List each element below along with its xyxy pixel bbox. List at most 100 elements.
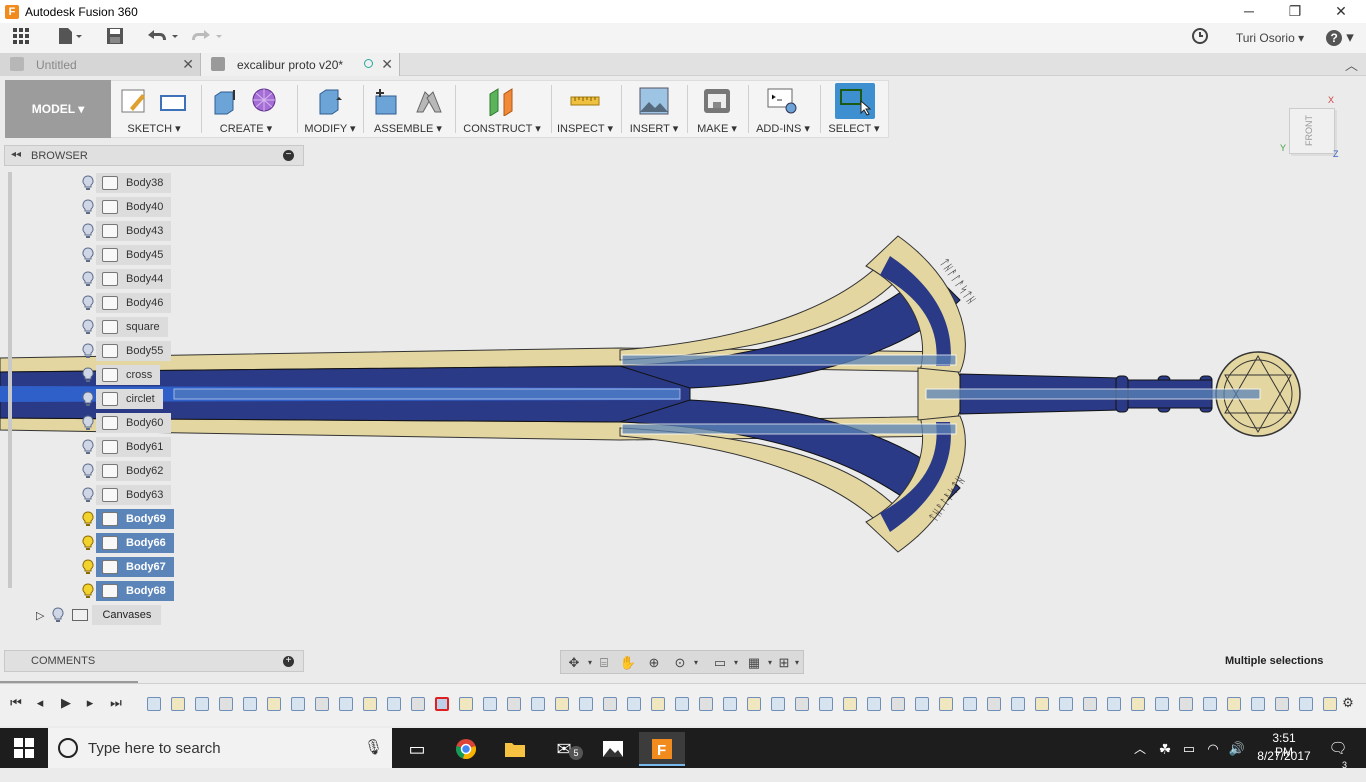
body-item[interactable]: Body45 — [96, 245, 172, 265]
timeline-feature-icon[interactable] — [939, 697, 953, 711]
timeline-feature-icon[interactable] — [1059, 697, 1073, 711]
timeline-feature-icon[interactable] — [339, 697, 353, 711]
scripts-add-ins-icon[interactable] — [767, 86, 797, 116]
minimize-button[interactable]: ─ — [1226, 0, 1272, 23]
new-component-icon[interactable] — [372, 86, 402, 116]
collapse-browser-icon[interactable]: ◂◂ — [11, 149, 21, 160]
taskbar-search-box[interactable]: Type here to search 🎙 — [48, 728, 392, 768]
select-cursor-icon[interactable] — [835, 83, 875, 119]
timeline-feature-icon[interactable] — [459, 697, 473, 711]
browser-body-row[interactable]: Body55 — [76, 341, 172, 361]
timeline-feature-icon[interactable] — [483, 697, 497, 711]
construct-group[interactable]: CONSTRUCT ▾ — [458, 80, 546, 138]
body-item[interactable]: Body40 — [96, 197, 172, 217]
form-tspline-icon[interactable] — [250, 86, 280, 116]
lightbulb-visibility-icon[interactable] — [80, 487, 96, 503]
help-menu[interactable]: ? ▾ — [1322, 27, 1358, 49]
create-group[interactable]: CREATE ▾ — [204, 80, 288, 138]
3d-print-icon[interactable] — [702, 86, 732, 116]
timeline-feature-icon[interactable] — [1323, 697, 1337, 711]
mail-icon[interactable]: ✉ 5 — [541, 732, 587, 766]
press-pull-icon[interactable] — [314, 86, 344, 116]
browser-body-row[interactable]: cross — [76, 365, 161, 385]
timeline-feature-icon[interactable] — [291, 697, 305, 711]
timeline-feature-icon[interactable] — [1011, 697, 1025, 711]
timeline-feature-icon[interactable] — [915, 697, 929, 711]
lightbulb-visibility-icon[interactable] — [80, 511, 96, 527]
timeline-feature-icon[interactable] — [771, 697, 785, 711]
timeline-feature-icon[interactable] — [1155, 697, 1169, 711]
body-item[interactable]: Body60 — [96, 413, 172, 433]
browser-body-row[interactable]: square — [76, 317, 168, 337]
timeline-feature-icon[interactable] — [1131, 697, 1145, 711]
task-view-icon[interactable]: ▭ — [394, 732, 440, 766]
lightbulb-visibility-icon[interactable] — [80, 391, 96, 407]
select-group[interactable]: SELECT ▾ — [823, 80, 885, 138]
timeline-feature-icon[interactable] — [891, 697, 905, 711]
chrome-icon[interactable] — [443, 732, 489, 766]
step-back-icon[interactable]: ◂ — [30, 693, 50, 713]
browser-body-row[interactable]: Body44 — [76, 269, 172, 289]
lightbulb-visibility-icon[interactable] — [80, 535, 96, 551]
lightbulb-visibility-icon[interactable] — [80, 415, 96, 431]
timeline-feature-icon[interactable] — [603, 697, 617, 711]
viewports-dropdown-icon[interactable]: ▾ — [791, 654, 803, 671]
timeline-feature-icon[interactable] — [147, 697, 161, 711]
collapse-chevron-icon[interactable]: ︿ — [1345, 55, 1358, 74]
pan-hand-icon[interactable]: ✋ — [619, 654, 637, 671]
lightbulb-visibility-icon[interactable] — [80, 439, 96, 455]
make-group[interactable]: MAKE ▾ — [690, 80, 744, 138]
timeline-feature-icon[interactable] — [531, 697, 545, 711]
clock-date[interactable]: 8/27/2017 — [1256, 749, 1312, 763]
browser-body-row[interactable]: Body66 — [76, 533, 174, 553]
browser-body-row[interactable]: Body40 — [76, 197, 172, 217]
body-item[interactable]: Body61 — [96, 437, 172, 457]
redo-icon[interactable] — [188, 27, 224, 49]
tab-excalibur-proto[interactable]: excalibur proto v20* ✕ — [200, 53, 400, 76]
browser-body-row[interactable]: Body43 — [76, 221, 172, 241]
photos-icon[interactable] — [590, 732, 636, 766]
browser-body-row[interactable]: Body68 — [76, 581, 174, 601]
go-to-end-icon[interactable]: ⏭ — [106, 693, 126, 713]
lightbulb-visibility-icon[interactable] — [80, 343, 96, 359]
timeline-feature-icon[interactable] — [1083, 697, 1097, 711]
browser-body-row[interactable]: Body69 — [76, 509, 174, 529]
battery-icon[interactable]: ▭ — [1178, 732, 1200, 766]
timeline-feature-icon[interactable] — [843, 697, 857, 711]
lightbulb-visibility-icon[interactable] — [80, 295, 96, 311]
timeline-feature-icon[interactable] — [963, 697, 977, 711]
body-item[interactable]: Body63 — [96, 485, 172, 505]
timeline-feature-icon[interactable] — [1275, 697, 1289, 711]
insert-group[interactable]: INSERT ▾ — [624, 80, 684, 138]
play-icon[interactable]: ▶ — [56, 693, 76, 713]
rectangle-sketch-icon[interactable] — [158, 86, 188, 116]
tray-chevron-icon[interactable]: ︿ — [1130, 732, 1150, 766]
offset-plane-icon[interactable] — [486, 86, 516, 117]
sword-model[interactable]: ᛏᚺᚨᛚᚨᛋᛏᚺ ᛏᚺᚨᛚᚨᛋᛏᚺ — [0, 235, 1301, 553]
browser-header[interactable]: ◂◂ BROWSER − — [4, 145, 304, 166]
body-item[interactable]: Body62 — [96, 461, 172, 481]
restore-button[interactable]: ❐ — [1272, 0, 1318, 23]
timeline-feature-icon[interactable] — [1227, 697, 1241, 711]
browser-body-row[interactable]: circlet — [76, 389, 163, 409]
comments-panel[interactable]: COMMENTS + — [4, 650, 304, 672]
extrude-icon[interactable] — [210, 86, 240, 116]
timeline-feature-icon[interactable] — [267, 697, 281, 711]
inspect-group[interactable]: INSPECT ▾ — [554, 80, 616, 138]
browser-body-row[interactable]: Body62 — [76, 461, 172, 481]
timeline-feature-icon[interactable] — [747, 697, 761, 711]
timeline-feature-icon[interactable] — [867, 697, 881, 711]
lightbulb-visibility-icon[interactable] — [80, 271, 96, 287]
browser-body-row[interactable]: Body63 — [76, 485, 172, 505]
3d-viewport-canvas[interactable]: ᛏᚺᚨᛚᚨᛋᛏᚺ ᛏᚺᚨᛚᚨᛋᛏᚺ — [0, 144, 1366, 644]
body-item[interactable]: Body67 — [96, 557, 174, 577]
measure-ruler-icon[interactable] — [570, 86, 600, 116]
body-item[interactable]: Body46 — [96, 293, 172, 313]
close-tab-icon[interactable]: ✕ — [182, 56, 194, 73]
assemble-group[interactable]: ASSEMBLE ▾ — [366, 80, 450, 138]
timeline-feature-icon[interactable] — [363, 697, 377, 711]
display-dropdown-icon[interactable]: ▾ — [727, 654, 745, 671]
body-item[interactable]: Body69 — [96, 509, 174, 529]
lightbulb-visibility-icon[interactable] — [80, 247, 96, 263]
browser-body-row[interactable]: Body67 — [76, 557, 174, 577]
